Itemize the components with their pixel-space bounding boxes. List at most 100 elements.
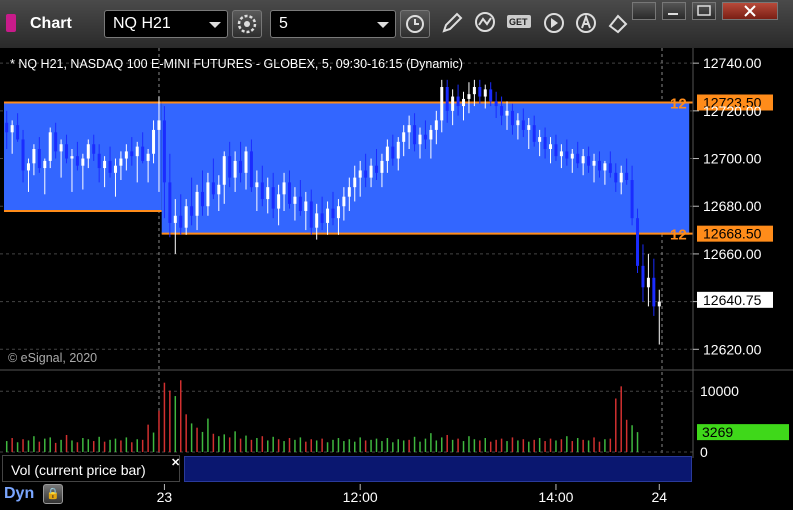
candle-body <box>32 149 36 164</box>
restore-icon[interactable] <box>632 2 656 20</box>
candle-body <box>152 129 156 154</box>
candle-body <box>249 151 253 188</box>
symbol-dropdown[interactable]: NQ H21 <box>104 10 228 38</box>
play-icon[interactable] <box>540 10 570 38</box>
volume-last-label: 3269 <box>702 424 733 440</box>
candle-body <box>652 277 656 307</box>
cursor-icon[interactable] <box>604 10 634 38</box>
candle-body <box>315 213 319 228</box>
candle-body <box>549 144 553 149</box>
candle-body <box>347 187 351 197</box>
candle-body <box>113 165 117 173</box>
candle-body <box>597 160 601 171</box>
pencil-draw-icon[interactable] <box>438 10 468 38</box>
candle-body <box>375 165 378 173</box>
candle-body <box>565 151 569 159</box>
candle-body <box>21 139 25 171</box>
candle-body <box>385 146 389 161</box>
candle-body <box>239 160 243 173</box>
settings-gear-icon[interactable] <box>232 10 262 38</box>
candle-body <box>440 87 444 121</box>
candle-body <box>625 172 629 180</box>
price-line-tag: 12 <box>670 227 687 244</box>
candle-body <box>402 132 406 142</box>
candle-body <box>108 160 112 173</box>
candle-body <box>54 132 58 152</box>
candle-body <box>456 96 460 107</box>
window-title: Chart <box>30 15 72 32</box>
candle-body <box>173 215 177 223</box>
candle-body <box>135 146 139 157</box>
clock-icon[interactable] <box>400 10 430 38</box>
lock-icon[interactable]: 🔒 <box>43 484 63 504</box>
copyright-label: © eSignal, 2020 <box>8 351 97 365</box>
candle-body <box>478 87 482 97</box>
chart-window: Chart NQ H21 5 GET 12 12723.50 12 12668.… <box>0 0 793 510</box>
candle-body <box>266 187 270 200</box>
candle-body <box>222 156 226 185</box>
dynamic-mode-label[interactable]: Dyn <box>4 485 34 503</box>
candle-body <box>277 194 281 209</box>
symbol-value: NQ H21 <box>113 15 171 32</box>
candle-body <box>559 151 563 157</box>
study-icon[interactable] <box>472 10 502 38</box>
minimize-icon[interactable] <box>662 2 686 20</box>
candle-body <box>157 120 161 130</box>
candle-body <box>124 151 128 159</box>
get-icon[interactable]: GET <box>505 10 535 38</box>
candle-body <box>445 87 449 111</box>
candle-body <box>538 137 542 142</box>
candle-body <box>423 134 427 140</box>
price-line-label: 12668.50 <box>703 226 762 242</box>
candle-body <box>353 177 357 188</box>
interval-dropdown[interactable]: 5 <box>270 10 396 38</box>
candle-body <box>581 156 585 164</box>
candle-body <box>200 191 204 207</box>
candle-body <box>521 120 525 130</box>
candle-body <box>65 144 69 159</box>
candle-body <box>75 156 79 166</box>
chart-title: * NQ H21, NASDAQ 100 E-MINI FUTURES - GL… <box>10 57 463 71</box>
close-icon[interactable] <box>722 2 778 20</box>
close-study-icon[interactable]: ✕ <box>171 456 180 469</box>
maximize-icon[interactable] <box>692 2 716 20</box>
candle-body <box>233 160 237 178</box>
candle-body <box>162 120 166 183</box>
price-tick-label: 12720.00 <box>703 103 762 119</box>
candle-body <box>81 158 85 166</box>
candle-body <box>500 106 504 116</box>
volume-study-label[interactable]: Vol (current price bar) <box>2 455 180 482</box>
candle-body <box>70 156 74 159</box>
candle-body <box>130 151 134 157</box>
candle-body <box>467 94 471 99</box>
candle-body <box>326 208 330 223</box>
svg-text:GET: GET <box>509 17 528 27</box>
candle-body <box>97 153 101 169</box>
interval-value: 5 <box>279 15 288 32</box>
candle-body <box>342 196 346 207</box>
price-tick-label: 12680.00 <box>703 198 762 214</box>
candle-body <box>37 149 41 169</box>
candle-body <box>228 156 232 178</box>
candle-body <box>119 158 123 166</box>
chart-app-icon <box>6 14 16 32</box>
price-tick-label: 12660.00 <box>703 246 762 262</box>
chart-canvas[interactable]: 1212723.501212668.50 12620.0012640.00126… <box>0 48 793 510</box>
time-tick-label: 24 <box>651 489 667 505</box>
candle-body <box>391 146 395 159</box>
candle-body <box>451 96 455 111</box>
candle-body <box>282 182 286 195</box>
candle-body <box>59 144 63 152</box>
candle-body <box>407 125 411 133</box>
candle-body <box>570 153 574 159</box>
candle-body <box>641 265 645 288</box>
alert-icon[interactable] <box>572 10 602 38</box>
time-tick-label: 23 <box>157 489 173 505</box>
candle-body <box>429 129 433 140</box>
candle-body <box>146 153 150 161</box>
candle-body <box>16 125 20 140</box>
candle-body <box>614 172 618 183</box>
candle-body <box>472 87 476 95</box>
candle-body <box>195 191 199 216</box>
candle-body <box>516 120 520 126</box>
